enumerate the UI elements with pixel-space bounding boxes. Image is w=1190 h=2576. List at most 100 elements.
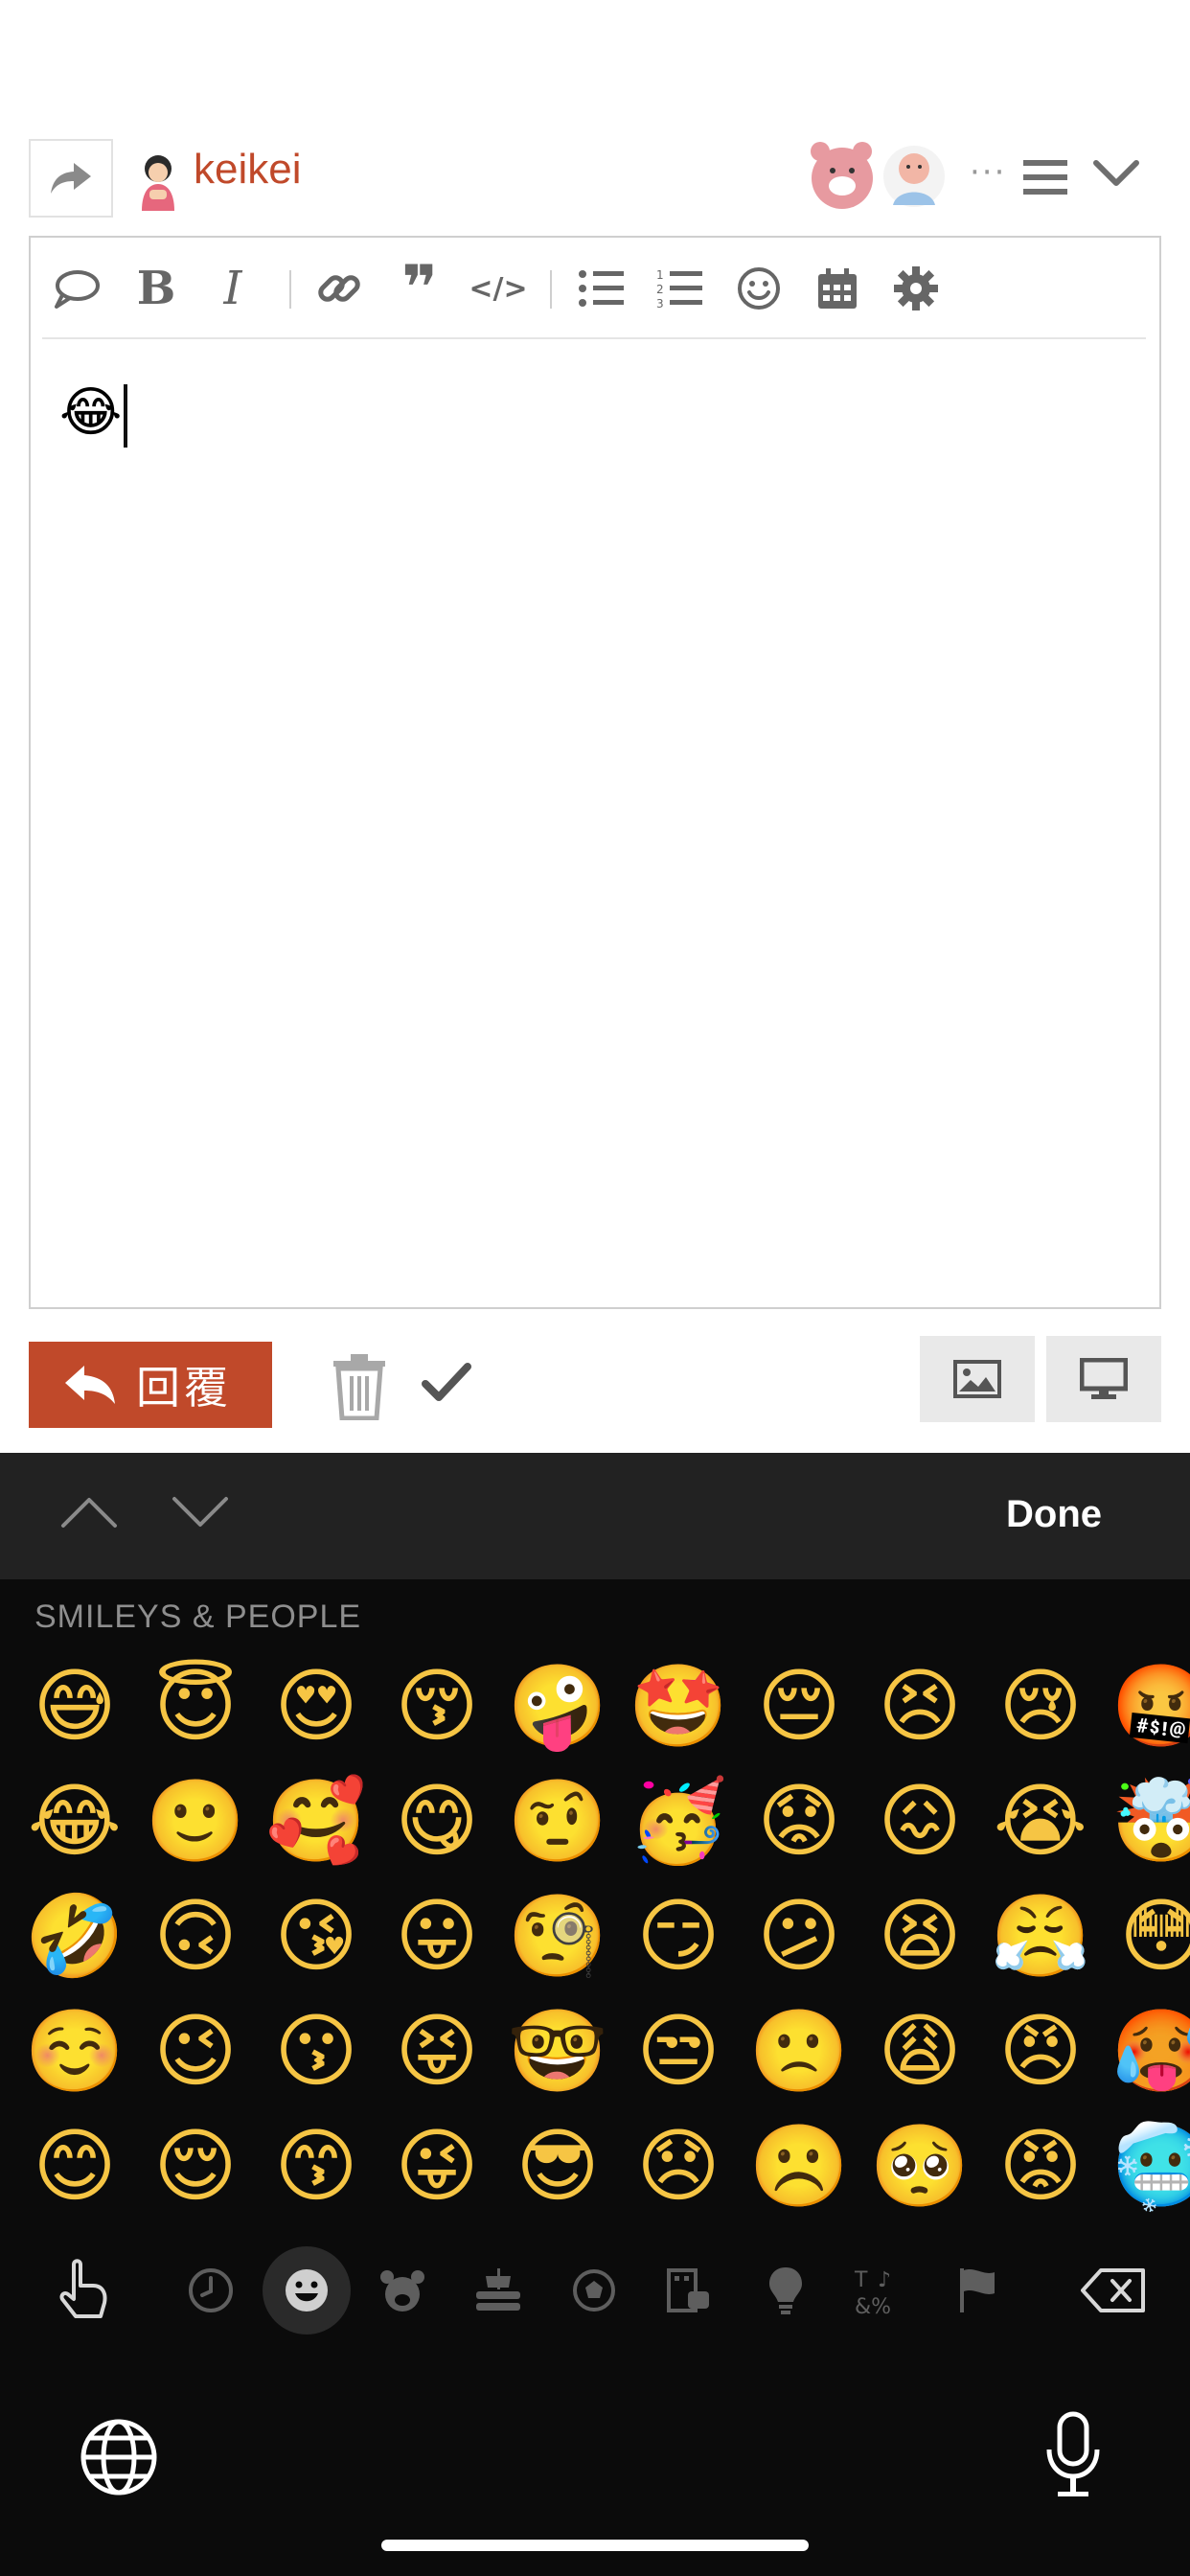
globe-icon[interactable] <box>79 2417 159 2497</box>
food-category-icon[interactable] <box>462 2254 535 2327</box>
emoji-key[interactable]: 😟 <box>742 1763 857 1878</box>
emoji-key[interactable]: 🙃 <box>138 1878 253 1993</box>
recent-clock-icon[interactable] <box>174 2254 247 2327</box>
activity-ball-icon[interactable] <box>558 2254 630 2327</box>
emoji-key[interactable]: 😌 <box>138 2108 253 2223</box>
home-indicator[interactable] <box>381 2540 809 2551</box>
emoji-key[interactable]: 😎 <box>500 2108 615 2223</box>
emoji-grid: 😅 😇 😍 😚 🤪 🤩 😔 😣 😢 🤬 😂 🙂 🥰 😋 🤨 🥳 😟 😖 😭 🤯 🤣 🙃 😘 😛 🧐 😏 😕 😫 😤 😳 ☺️ 😉 😗 😝 🤓 😒 🙁 😩 😠… <box>0 1648 1190 2223</box>
travel-building-icon[interactable] <box>652 2254 724 2327</box>
emoji-key[interactable]: 🥰 <box>259 1763 374 1878</box>
chevron-down-icon[interactable] <box>171 1495 230 1530</box>
calendar-icon[interactable] <box>811 266 864 310</box>
emoji-key[interactable]: 😳 <box>1104 1878 1190 1993</box>
emoji-key[interactable]: 😊 <box>17 2108 132 2223</box>
emoji-key[interactable]: 😣 <box>862 1648 977 1763</box>
emoji-key[interactable]: 🤨 <box>500 1763 615 1878</box>
emoji-key[interactable]: 🤪 <box>500 1648 615 1763</box>
emoji-key[interactable]: 😞 <box>621 2108 736 2223</box>
emoji-key[interactable]: 😋 <box>379 1763 494 1878</box>
insert-image-button[interactable] <box>920 1336 1035 1422</box>
emoji-key[interactable]: 😇 <box>138 1648 253 1763</box>
link-icon[interactable] <box>312 266 366 310</box>
emoji-key[interactable]: 🥳 <box>621 1763 736 1878</box>
bear-category-icon[interactable] <box>366 2254 439 2327</box>
emoji-key[interactable]: 😏 <box>621 1878 736 1993</box>
chevron-up-icon[interactable] <box>59 1495 119 1530</box>
microphone-icon[interactable] <box>1044 2411 1102 2499</box>
code-icon[interactable]: </> <box>469 266 527 310</box>
editor-text[interactable]: 😂 <box>59 380 128 448</box>
emoji-key[interactable]: 😅 <box>17 1648 132 1763</box>
emoji-key[interactable]: 🤣 <box>17 1878 132 1993</box>
emoji-key[interactable]: 😖 <box>862 1763 977 1878</box>
user-avatar[interactable] <box>130 151 186 211</box>
emoji-key[interactable]: 😘 <box>259 1878 374 1993</box>
chevron-down-icon[interactable] <box>1092 157 1140 190</box>
emoji-key[interactable]: 🧐 <box>500 1878 615 1993</box>
bullet-list-icon[interactable] <box>575 266 629 310</box>
emoji-key[interactable]: 😗 <box>259 1993 374 2108</box>
emoji-key[interactable]: 😍 <box>259 1648 374 1763</box>
reply-arrow-icon <box>65 1366 115 1404</box>
desktop-preview-button[interactable] <box>1046 1336 1161 1422</box>
emoji-key[interactable]: ☺️ <box>17 1993 132 2108</box>
emoji-key[interactable]: 🥵 <box>1104 1993 1190 2108</box>
share-button[interactable] <box>29 139 113 218</box>
hamburger-menu-icon[interactable] <box>1023 158 1067 196</box>
emoji-key[interactable]: 🙂 <box>138 1763 253 1878</box>
emoji-key[interactable]: 😜 <box>379 2108 494 2223</box>
hand-pointer-icon[interactable] <box>46 2254 119 2327</box>
trash-icon[interactable] <box>332 1353 387 1420</box>
numbered-list-icon[interactable]: 123 <box>653 266 707 310</box>
emoji-key[interactable]: 😙 <box>259 2108 374 2223</box>
participant-avatar-baby[interactable] <box>880 138 949 213</box>
gear-icon[interactable] <box>889 266 943 310</box>
username-label[interactable]: keikei <box>194 146 302 194</box>
flag-category-icon[interactable] <box>941 2254 1014 2327</box>
objects-bulb-icon[interactable] <box>749 2254 822 2327</box>
emoji-key[interactable]: 😚 <box>379 1648 494 1763</box>
svg-text:1: 1 <box>656 268 664 282</box>
emoji-icon[interactable] <box>732 266 786 310</box>
backspace-icon[interactable] <box>1075 2254 1152 2327</box>
quote-bubble-icon[interactable] <box>48 266 105 310</box>
emoji-key[interactable]: ☹️ <box>742 2108 857 2223</box>
check-icon[interactable] <box>422 1361 471 1405</box>
reply-button[interactable]: 回覆 <box>29 1342 272 1428</box>
emoji-key[interactable]: 🥶 <box>1104 2108 1190 2223</box>
emoji-key[interactable]: 😠 <box>983 1993 1098 2108</box>
done-button[interactable]: Done <box>1006 1493 1102 1536</box>
emoji-key[interactable]: 😤 <box>983 1878 1098 1993</box>
emoji-key[interactable]: 😭 <box>983 1763 1098 1878</box>
text-caret <box>124 383 128 448</box>
emoji-key[interactable]: 😒 <box>621 1993 736 2108</box>
emoji-key[interactable]: 🙁 <box>742 1993 857 2108</box>
emoji-key[interactable]: 😫 <box>862 1878 977 1993</box>
emoji-key[interactable]: 😔 <box>742 1648 857 1763</box>
italic-icon[interactable]: I <box>211 262 255 315</box>
emoji-key[interactable]: 😩 <box>862 1993 977 2108</box>
smiley-category-icon[interactable] <box>263 2246 351 2334</box>
emoji-key[interactable]: 😝 <box>379 1993 494 2108</box>
composer-editor[interactable]: B I ❞ </> 123 😂 <box>29 236 1161 1309</box>
emoji-key[interactable]: 😂 <box>17 1763 132 1878</box>
bold-icon[interactable]: B <box>134 262 178 315</box>
symbols-category-icon[interactable]: T ♪ &% <box>843 2254 916 2327</box>
emoji-key[interactable]: 😛 <box>379 1878 494 1993</box>
emoji-key[interactable]: 🤩 <box>621 1648 736 1763</box>
emoji-key[interactable]: 🤓 <box>500 1993 615 2108</box>
emoji-key[interactable]: 😡 <box>983 2108 1098 2223</box>
emoji-key[interactable]: 😕 <box>742 1878 857 1993</box>
reply-button-label: 回覆 <box>136 1362 232 1414</box>
emoji-key[interactable]: 🤯 <box>1104 1763 1190 1878</box>
emoji-key[interactable]: 🥺 <box>862 2108 977 2223</box>
blockquote-icon[interactable]: ❞ <box>393 253 446 324</box>
emoji-section-title: SMILEYS & PEOPLE <box>34 1598 362 1635</box>
emoji-key[interactable]: 😉 <box>138 1993 253 2108</box>
emoji-key[interactable]: 🤬 <box>1104 1648 1190 1763</box>
participant-avatar-bear[interactable] <box>807 138 878 213</box>
toolbar-divider <box>289 270 291 309</box>
more-participants-indicator[interactable]: ··· <box>970 153 1006 192</box>
emoji-key[interactable]: 😢 <box>983 1648 1098 1763</box>
